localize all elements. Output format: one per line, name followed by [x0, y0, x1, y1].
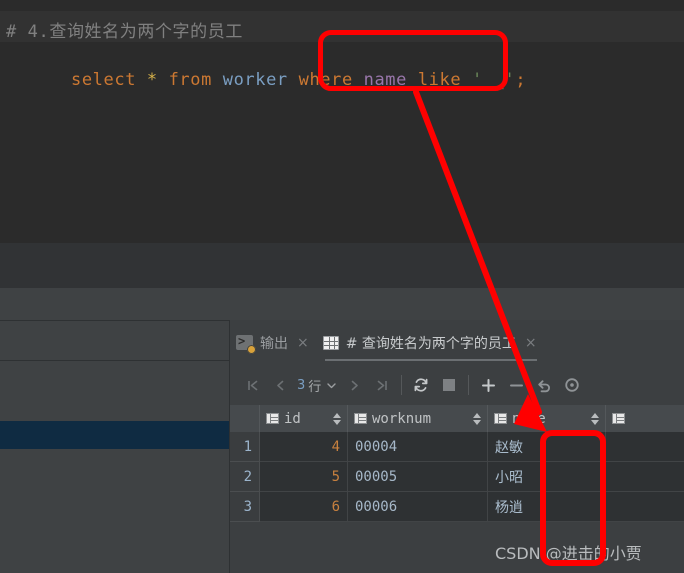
tab-query-result-label: # 查询姓名为两个字的员工	[345, 335, 516, 352]
sql-token-kw: from	[168, 70, 212, 90]
sql-token-pln	[288, 70, 299, 90]
cell-name[interactable]: 小昭	[488, 462, 606, 492]
panel-divider-band	[0, 288, 684, 320]
sort-toggle-icon[interactable]	[467, 412, 481, 425]
tab-output-close-icon[interactable]: ×	[295, 335, 311, 351]
column-header-id-label: id	[284, 410, 301, 427]
delete-row-button[interactable]	[502, 371, 530, 399]
first-page-button[interactable]	[238, 371, 266, 399]
left-panel-divider-top	[0, 320, 230, 321]
column-icon	[354, 413, 367, 424]
grid-gutter-header	[230, 405, 260, 432]
sql-token-pln	[212, 70, 223, 90]
row-count-unit: 行	[308, 379, 322, 395]
cell-name[interactable]: 杨逍	[488, 492, 606, 522]
sql-token-pln	[407, 70, 418, 90]
column-icon	[494, 413, 507, 424]
row-number: 1	[230, 432, 260, 462]
last-page-button[interactable]	[368, 371, 396, 399]
sql-statement-line[interactable]: select * from worker where name like '__…	[6, 50, 526, 110]
left-panel-selected-row[interactable]	[0, 421, 230, 449]
sql-token-kw: where	[298, 70, 353, 90]
tab-query-result[interactable]: # 查询姓名为两个字的员工 ×	[317, 320, 545, 365]
row-count-number: 3	[297, 377, 306, 393]
cell-extra[interactable]	[606, 492, 684, 522]
column-header-id[interactable]: id	[260, 405, 348, 432]
previous-page-button[interactable]	[266, 371, 294, 399]
tab-output[interactable]: 输出 ×	[230, 320, 317, 365]
editor-lower-band	[0, 243, 684, 288]
sql-token-kw: like	[417, 70, 462, 90]
cell-id[interactable]: 5	[260, 462, 348, 492]
table-row[interactable]: 2 5 00005 小昭	[230, 462, 684, 492]
more-options-circle-icon[interactable]	[558, 371, 586, 399]
results-tabstrip: 输出 × # 查询姓名为两个字的员工 ×	[230, 320, 684, 365]
row-count-selector[interactable]: 3 行	[294, 376, 340, 395]
cell-extra[interactable]	[606, 432, 684, 462]
results-panel: 输出 × # 查询姓名为两个字的员工 ×	[230, 320, 684, 573]
revert-changes-icon[interactable]	[530, 371, 558, 399]
column-icon	[612, 413, 625, 424]
row-number: 3	[230, 492, 260, 522]
cell-id[interactable]: 6	[260, 492, 348, 522]
left-side-panel[interactable]	[0, 320, 230, 573]
toolbar-separator-2	[468, 375, 470, 395]
cell-worknum[interactable]: 00006	[348, 492, 488, 522]
sql-token-kw: select	[71, 70, 137, 90]
stop-icon[interactable]	[435, 371, 463, 399]
sql-token-str: '__'	[472, 70, 516, 90]
refresh-icon[interactable]	[407, 371, 435, 399]
table-row[interactable]: 3 6 00006 杨逍	[230, 492, 684, 522]
toolbar-separator-1	[401, 375, 403, 395]
row-number: 2	[230, 462, 260, 492]
column-header-name-label: name	[512, 410, 546, 427]
sql-comment-line[interactable]: # 4.查询姓名为两个字的员工	[6, 17, 243, 42]
sql-token-pln	[158, 70, 169, 90]
cell-extra[interactable]	[606, 462, 684, 492]
sql-editor[interactable]: # 4.查询姓名为两个字的员工 select * from worker whe…	[0, 0, 684, 243]
column-header-worknum-label: worknum	[372, 410, 432, 427]
sql-token-pln	[353, 70, 364, 90]
cell-name[interactable]: 赵敏	[488, 432, 606, 462]
cell-worknum[interactable]: 00005	[348, 462, 488, 492]
grid-icon	[322, 335, 339, 350]
sort-toggle-icon[interactable]	[327, 412, 341, 425]
cell-worknum[interactable]: 00004	[348, 432, 488, 462]
tab-output-label: 输出	[260, 335, 288, 352]
watermark-text: CSDN @进击的小贾	[495, 544, 642, 563]
chevron-down-icon[interactable]	[326, 380, 337, 391]
add-row-button[interactable]	[474, 371, 502, 399]
sql-token-pln	[136, 70, 147, 90]
next-page-button[interactable]	[340, 371, 368, 399]
left-panel-divider-mid	[0, 360, 230, 361]
table-row[interactable]: 1 4 00004 赵敏	[230, 432, 684, 462]
grid-header-row: id worknum name	[230, 405, 684, 432]
results-toolbar: 3 行	[230, 365, 684, 405]
sql-token-pln	[461, 70, 472, 90]
sql-token-tbl: worker	[222, 70, 288, 90]
sort-toggle-icon[interactable]	[585, 412, 599, 425]
sql-token-pun: ;	[515, 70, 527, 90]
sql-token-col: name	[363, 70, 407, 90]
column-header-worknum[interactable]: worknum	[348, 405, 488, 432]
sql-token-star: *	[146, 70, 158, 90]
cell-id[interactable]: 4	[260, 432, 348, 462]
column-header-name[interactable]: name	[488, 405, 606, 432]
column-header-extra[interactable]	[606, 405, 684, 432]
column-icon	[266, 413, 279, 424]
tab-query-result-close-icon[interactable]: ×	[523, 335, 539, 351]
console-icon	[236, 334, 256, 354]
app-root: # 4.查询姓名为两个字的员工 select * from worker whe…	[0, 0, 684, 573]
